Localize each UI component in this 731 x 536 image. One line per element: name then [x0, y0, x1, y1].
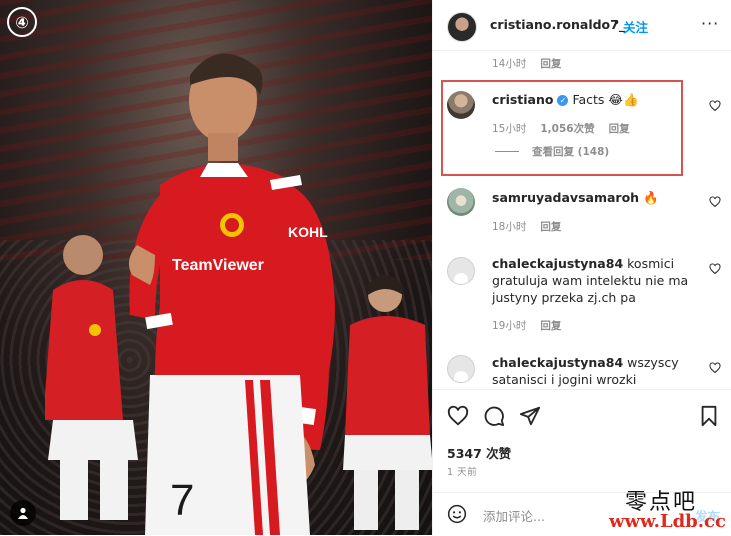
user-tag-icon[interactable] — [10, 500, 36, 526]
save-bookmark-icon[interactable] — [698, 405, 720, 427]
post-timestamp[interactable]: 1 天前 — [447, 464, 477, 478]
carousel-index-badge: ④ — [7, 7, 37, 37]
highlight-box — [441, 80, 683, 176]
comment-item: chaleckajustyna84 wszyscy satanisci i jo… — [433, 354, 731, 389]
like-comment-heart-icon[interactable] — [709, 100, 721, 112]
like-comment-heart-icon[interactable] — [709, 362, 721, 374]
svg-text:KOHL: KOHL — [288, 224, 328, 240]
commenter-username[interactable]: chaleckajustyna84 — [492, 256, 623, 271]
comment-text: 🔥 — [643, 190, 659, 205]
commenter-username[interactable]: chaleckajustyna84 — [492, 355, 623, 370]
comment-time: 19小时 — [492, 320, 527, 332]
commenter-username[interactable]: samruyadavsamaroh — [492, 190, 639, 205]
author-username[interactable]: cristiano.ronaldo7_ — [490, 17, 625, 32]
comment-item: samruyadavsamaroh 🔥 18小时 回复 — [433, 186, 731, 241]
reply-button[interactable]: 回复 — [540, 221, 561, 233]
svg-text:TeamViewer: TeamViewer — [172, 257, 264, 274]
background-player-right — [343, 275, 432, 530]
svg-text:7: 7 — [170, 476, 194, 525]
comment-input[interactable]: 添加评论... — [483, 506, 545, 525]
header-separator: • — [613, 16, 621, 30]
post-photo[interactable]: TeamViewer KOHL 7 ④ — [0, 0, 432, 535]
comment-bubble-icon[interactable] — [483, 405, 505, 427]
commenter-avatar[interactable] — [447, 257, 475, 285]
follow-button[interactable]: 关注 — [623, 17, 648, 36]
share-send-icon[interactable] — [519, 405, 541, 427]
watermark-url: www.Ldb.cc — [609, 511, 726, 532]
more-options-icon[interactable]: ··· — [701, 14, 719, 33]
post-header: cristiano.ronaldo7_ • 关注 ··· — [433, 0, 731, 51]
author-avatar[interactable] — [447, 12, 477, 42]
like-heart-icon[interactable] — [447, 405, 469, 427]
instagram-post-view: TeamViewer KOHL 7 ④ cristiano.ronaldo7_ … — [0, 0, 731, 535]
comment-time: 18小时 — [492, 221, 527, 233]
emoji-icon[interactable] — [447, 504, 467, 524]
reply-button[interactable]: 回复 — [540, 320, 561, 332]
commenter-avatar[interactable] — [447, 355, 475, 383]
comment-item: 14小时 回复 — [433, 51, 731, 73]
comment-time: 14小时 — [492, 58, 527, 70]
likes-count[interactable]: 5347 次赞 — [447, 443, 511, 462]
like-comment-heart-icon[interactable] — [709, 196, 721, 208]
commenter-avatar[interactable] — [447, 188, 475, 216]
reply-button[interactable]: 回复 — [540, 58, 561, 70]
like-comment-heart-icon[interactable] — [709, 263, 721, 275]
comment-item: chaleckajustyna84 kosmici gratuluja wam … — [433, 255, 731, 345]
main-player: TeamViewer KOHL 7 — [128, 53, 335, 535]
